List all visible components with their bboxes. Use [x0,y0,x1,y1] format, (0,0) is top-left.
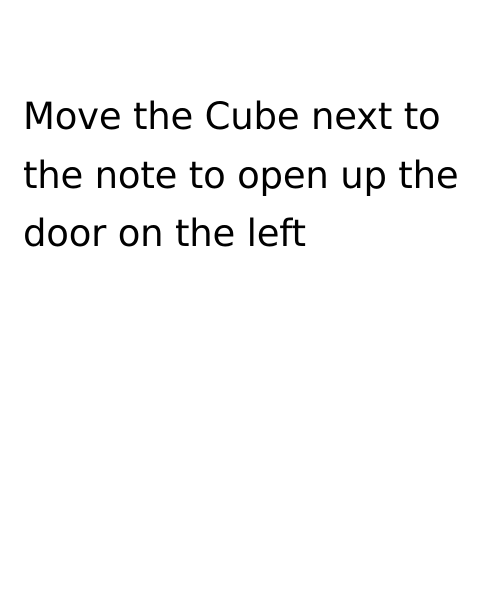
note-message: Move the Cube next to the note to open u… [23,95,459,255]
note-screen: Move the Cube next to the note to open u… [0,0,495,602]
